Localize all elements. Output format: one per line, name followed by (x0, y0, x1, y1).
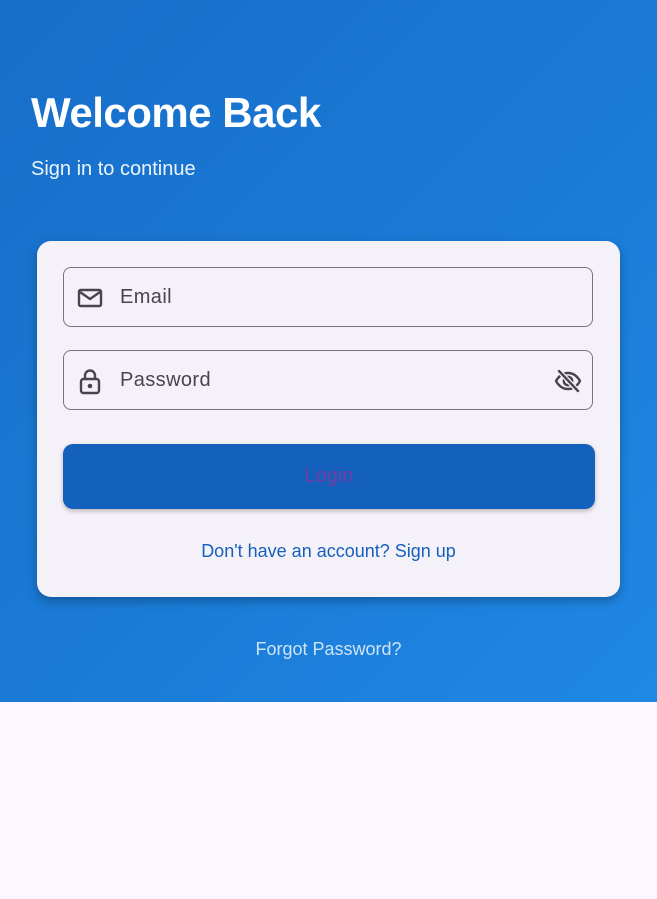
email-input[interactable] (120, 268, 540, 326)
lock-icon (76, 367, 104, 395)
forgot-password-link[interactable]: Forgot Password? (0, 637, 657, 661)
mail-icon (76, 284, 104, 312)
signup-link[interactable]: Don't have an account? Sign up (37, 539, 620, 563)
login-card: Login Don't have an account? Sign up (37, 241, 620, 597)
visibility-off-icon[interactable] (552, 366, 584, 396)
password-field[interactable] (63, 350, 593, 410)
page-subtitle: Sign in to continue (31, 158, 196, 180)
page-title: Welcome Back (31, 89, 321, 136)
hero-background: Welcome Back Sign in to continue Email L… (0, 0, 657, 702)
password-input[interactable] (120, 351, 540, 409)
email-field[interactable] (63, 267, 593, 327)
login-button[interactable]: Login (63, 444, 595, 509)
